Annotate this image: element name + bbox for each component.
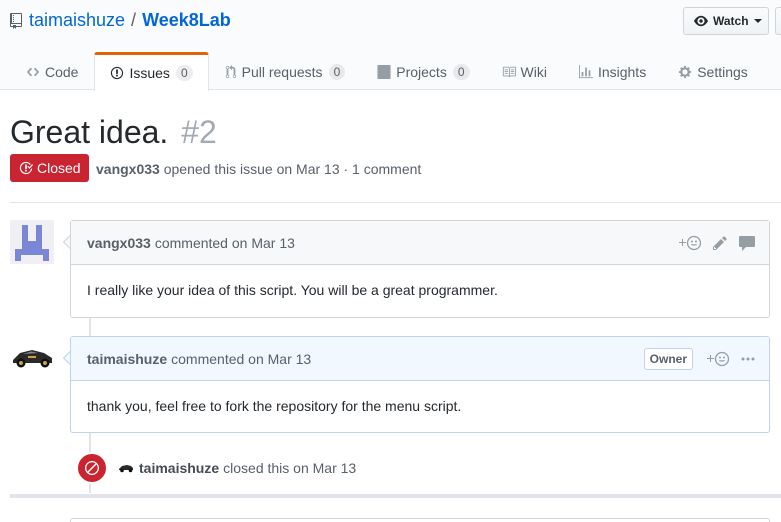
book-icon — [502, 66, 516, 77]
issue-title-text: Great idea. — [10, 114, 169, 150]
tab-settings-label: Settings — [697, 63, 748, 80]
issue-number: #2 — [181, 114, 217, 150]
tab-settings[interactable]: Settings — [662, 52, 764, 90]
issue-meta-text: opened this issue on Mar 13 · 1 comment — [163, 161, 422, 177]
eye-icon — [694, 15, 708, 27]
closed-event: taimaishuze closed this on Mar 13 — [76, 452, 356, 484]
comment-timestamp[interactable]: commented on Mar 13 — [171, 351, 311, 367]
project-icon — [377, 64, 391, 79]
comment-timestamp[interactable]: commented on Mar 13 — [155, 235, 295, 251]
closed-event-text: taimaishuze closed this on Mar 13 — [118, 460, 356, 476]
tab-pull-requests[interactable]: Pull requests 0 — [209, 52, 362, 90]
car-avatar — [10, 336, 54, 380]
projects-counter: 0 — [452, 63, 470, 80]
comment-actions — [677, 221, 755, 265]
timeline-divider — [10, 494, 781, 498]
add-reaction-icon[interactable] — [677, 235, 701, 251]
add-reaction-icon[interactable] — [705, 351, 729, 367]
issue-author-link[interactable]: vangx033 — [96, 161, 160, 177]
tab-projects[interactable]: Projects 0 — [361, 52, 485, 90]
issue-closed-icon — [19, 161, 33, 175]
comment: taimaishuze commented on Mar 13 Owner th… — [70, 336, 770, 433]
tab-code-label: Code — [45, 63, 79, 80]
identicon-avatar — [10, 220, 54, 264]
event-text: closed this on Mar 13 — [223, 460, 357, 476]
gear-icon — [679, 65, 692, 78]
tab-pull-requests-label: Pull requests — [241, 63, 323, 80]
avatar[interactable] — [10, 336, 54, 380]
tab-issues[interactable]: Issues 0 — [94, 52, 209, 91]
timeline-connector — [89, 318, 91, 338]
tab-code[interactable]: Code — [10, 52, 94, 90]
pull-requests-counter: 0 — [328, 63, 346, 80]
new-comment-box[interactable] — [70, 518, 770, 522]
issues-counter: 0 — [175, 65, 193, 81]
kebab-horizontal-icon[interactable] — [741, 351, 755, 367]
code-icon — [26, 67, 40, 76]
repo-icon — [10, 12, 22, 29]
repo-title: taimaishuze / Week8Lab — [10, 10, 231, 31]
comment-header: vangx033 commented on Mar 13 — [71, 221, 769, 265]
event-author-link[interactable]: taimaishuze — [139, 460, 219, 476]
repo-separator: / — [131, 10, 137, 30]
tab-projects-label: Projects — [396, 63, 447, 80]
comment-body: I really like your idea of this script. … — [87, 282, 498, 298]
tab-issues-label: Issues — [129, 65, 170, 81]
watch-label: Watch — [713, 14, 749, 28]
git-pull-request-icon — [225, 64, 236, 78]
divider — [10, 202, 781, 203]
issue-meta: vangx033 opened this issue on Mar 13 · 1… — [96, 161, 421, 177]
repo-nav-tabs: Code Issues 0 Pull requests 0 Projects 0… — [10, 52, 764, 91]
comment-body: thank you, feel free to fork the reposit… — [87, 398, 462, 414]
comment-actions: Owner — [643, 337, 755, 381]
closed-event-badge — [76, 452, 108, 484]
tab-insights-label: Insights — [597, 63, 647, 80]
repo-name-link[interactable]: Week8Lab — [142, 10, 231, 31]
chevron-down-icon — [753, 19, 762, 23]
comment-header: taimaishuze commented on Mar 13 Owner — [71, 337, 769, 381]
status-label: Closed — [37, 160, 81, 176]
comment-author-link[interactable]: vangx033 — [87, 235, 151, 251]
pencil-icon[interactable] — [713, 235, 727, 251]
tab-wiki[interactable]: Wiki — [486, 52, 563, 90]
comment-author-link[interactable]: taimaishuze — [87, 351, 167, 367]
tab-insights[interactable]: Insights — [563, 52, 662, 90]
avatar[interactable] — [10, 220, 54, 264]
status-badge: Closed — [10, 154, 89, 182]
comment: vangx033 commented on Mar 13 I really li… — [70, 220, 770, 318]
star-button[interactable] — [775, 7, 781, 35]
owner-badge: Owner — [643, 348, 693, 370]
graph-icon — [578, 64, 593, 78]
small-car-avatar[interactable] — [118, 463, 134, 473]
tab-wiki-label: Wiki — [520, 63, 547, 80]
watch-button[interactable]: Watch — [683, 7, 769, 35]
repo-owner-link[interactable]: taimaishuze — [29, 10, 125, 31]
repo-header: taimaishuze / Week8Lab Watch Code Issues… — [0, 0, 781, 91]
issue-title: Great idea. #2 — [10, 112, 217, 152]
report-icon[interactable] — [739, 235, 755, 251]
issue-opened-icon — [111, 66, 124, 80]
circle-slash-icon — [85, 461, 99, 475]
